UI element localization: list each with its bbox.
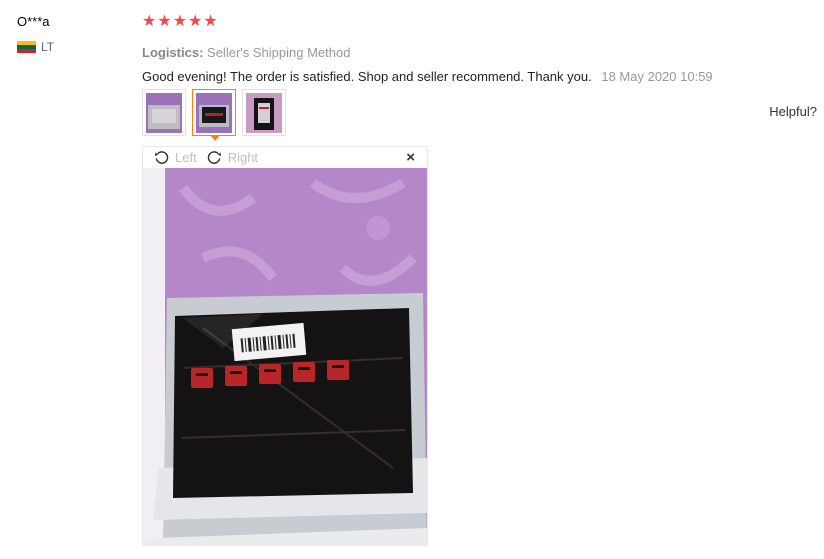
lithuania-flag-icon: [17, 40, 36, 54]
country-code: LT: [41, 40, 55, 54]
star-icon: ★: [188, 13, 203, 30]
reviewer-name: O***a: [17, 14, 50, 29]
star-icon: ★: [172, 13, 188, 30]
product-photo-thumbnail-icon: [246, 92, 282, 133]
review-date: 18 May 2020 10:59: [601, 69, 713, 84]
star-icon: ★: [157, 13, 172, 30]
star-rating: ★ ★ ★ ★ ★: [142, 12, 824, 32]
rotate-right-label: Right: [227, 150, 259, 165]
product-photo-thumbnail-icon: [196, 92, 232, 133]
rotate-left-button[interactable]: Left: [154, 150, 197, 165]
rotate-left-label: Left: [175, 150, 197, 165]
rotate-right-button[interactable]: Right: [207, 150, 258, 165]
helpful-button[interactable]: Helpful?: [769, 104, 817, 119]
photo-viewer: Left Right ×: [142, 146, 428, 546]
photo-thumbnails: [142, 89, 286, 141]
logistics-label: Logistics:: [142, 45, 204, 60]
logistics-value: Seller's Shipping Method: [207, 45, 351, 60]
product-photo-thumbnail-icon: [146, 92, 182, 133]
viewer-toolbar: Left Right ×: [143, 147, 427, 168]
feedback-line: Good evening! The order is satisfied. Sh…: [142, 69, 824, 84]
feedback-text: Good evening! The order is satisfied. Sh…: [142, 69, 592, 84]
star-icon: ★: [142, 13, 157, 30]
product-photo: [143, 168, 427, 545]
close-icon[interactable]: ×: [406, 149, 415, 166]
reviewer-country: LT: [17, 40, 54, 54]
star-icon: ★: [203, 13, 218, 30]
logistics-info: Logistics: Seller's Shipping Method: [142, 45, 824, 60]
photo-thumbnail[interactable]: [242, 89, 286, 136]
photo-thumbnail-active[interactable]: [192, 89, 236, 141]
reviewer-info: O***a LT: [17, 14, 54, 54]
rotate-left-icon: [154, 151, 169, 164]
rotate-right-icon: [207, 151, 221, 164]
photo-thumbnail[interactable]: [142, 89, 186, 136]
review-content: ★ ★ ★ ★ ★ Logistics: Seller's Shipping M…: [142, 12, 824, 85]
